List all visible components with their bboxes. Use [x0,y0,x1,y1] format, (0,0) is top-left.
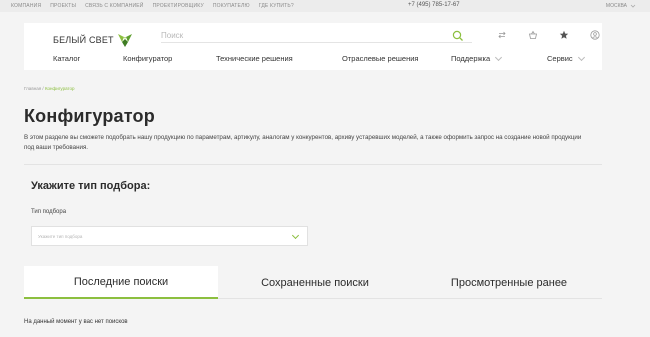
tab-recently-viewed[interactable]: Просмотренные ранее [412,266,606,299]
city-label: МОСКВА [605,3,627,9]
search-button[interactable] [452,29,464,41]
tab-label: Последние поиски [73,275,169,288]
basket-button[interactable] [517,29,548,41]
nav-item-tech-solutions[interactable]: Технические решения [216,54,293,63]
top-link-contact[interactable]: Связь с компанией [85,3,143,9]
nav-label: Отраслевые решения [342,54,419,63]
tab-saved-searches[interactable]: Сохраненные поиски [218,266,412,299]
top-link-company[interactable]: Компания [11,3,41,9]
header-icons [486,29,610,41]
breadcrumb: Главная / Конфигуратор [24,86,75,91]
favorites-button[interactable] [548,29,579,41]
logo-mark-icon [117,34,132,47]
compare-button[interactable] [486,29,517,41]
empty-message: На данный момент у вас нет поисков [24,319,128,325]
logo-text: БЕЛЫЙ СВЕТ [53,35,114,45]
top-link-buyers[interactable]: Покупателю [213,3,250,9]
page-title: Конфигуратор [24,106,155,126]
nav-label: Поддержка [451,54,491,63]
tab-label: Сохраненные поиски [261,276,369,289]
breadcrumb-separator: / [42,86,44,91]
nav-item-catalog[interactable]: Каталог [53,54,80,63]
top-links: Компания Проекты Связь с компанией Проек… [11,3,294,9]
main-nav: Каталог Конфигуратор Технические решения… [24,53,602,64]
top-link-projects[interactable]: Проекты [50,3,76,9]
page-description: В этом разделе вы сможете подобрать нашу… [24,134,582,151]
search-tabs: Последние поиски Сохраненные поиски Прос… [24,266,602,299]
divider [24,164,602,165]
selector-field-label: Тип подбора [31,209,67,215]
star-icon [559,30,568,39]
nav-label: Каталог [53,54,81,63]
search-icon [452,30,463,41]
breadcrumb-current: Конфигуратор [44,86,75,91]
breadcrumb-home[interactable]: Главная [24,86,41,91]
nav-label: Конфигуратор [123,54,173,63]
user-icon [589,30,600,40]
nav-item-support[interactable]: Поддержка [451,53,503,63]
selector-heading: Укажите тип подбора: [31,180,151,192]
header: БЕЛЫЙ СВЕТ Каталог Конфигуратор Техничес… [24,23,602,70]
tab-label: Просмотренные ранее [450,276,568,289]
logo[interactable]: БЕЛЫЙ СВЕТ [53,32,133,48]
tab-recent-searches[interactable]: Последние поиски [24,266,218,299]
chevron-down-icon [577,53,585,61]
nav-item-industry-solutions[interactable]: Отраслевые решения [342,54,418,63]
basket-icon [528,30,537,39]
search-input[interactable] [161,29,472,43]
compare-icon [497,31,506,39]
nav-label: Сервис [547,54,573,63]
selection-type-select[interactable]: Укажите тип подбора [31,226,308,246]
account-button[interactable] [579,29,610,41]
phone-number[interactable]: +7 (495) 785-17-67 [408,2,460,8]
top-link-designers[interactable]: Проектировщику [153,3,204,9]
chevron-down-icon [291,231,300,240]
city-selector[interactable]: МОСКВА [606,3,636,9]
top-link-where-to-buy[interactable]: Где купить? [259,3,294,9]
chevron-down-icon [630,4,636,8]
chevron-down-icon [495,53,503,61]
nav-item-configurator[interactable]: Конфигуратор [123,54,172,63]
nav-label: Технические решения [216,54,293,63]
top-bar: Компания Проекты Связь с компанией Проек… [0,0,650,12]
select-placeholder: Укажите тип подбора [38,234,83,239]
nav-item-service[interactable]: Сервис [547,53,585,63]
